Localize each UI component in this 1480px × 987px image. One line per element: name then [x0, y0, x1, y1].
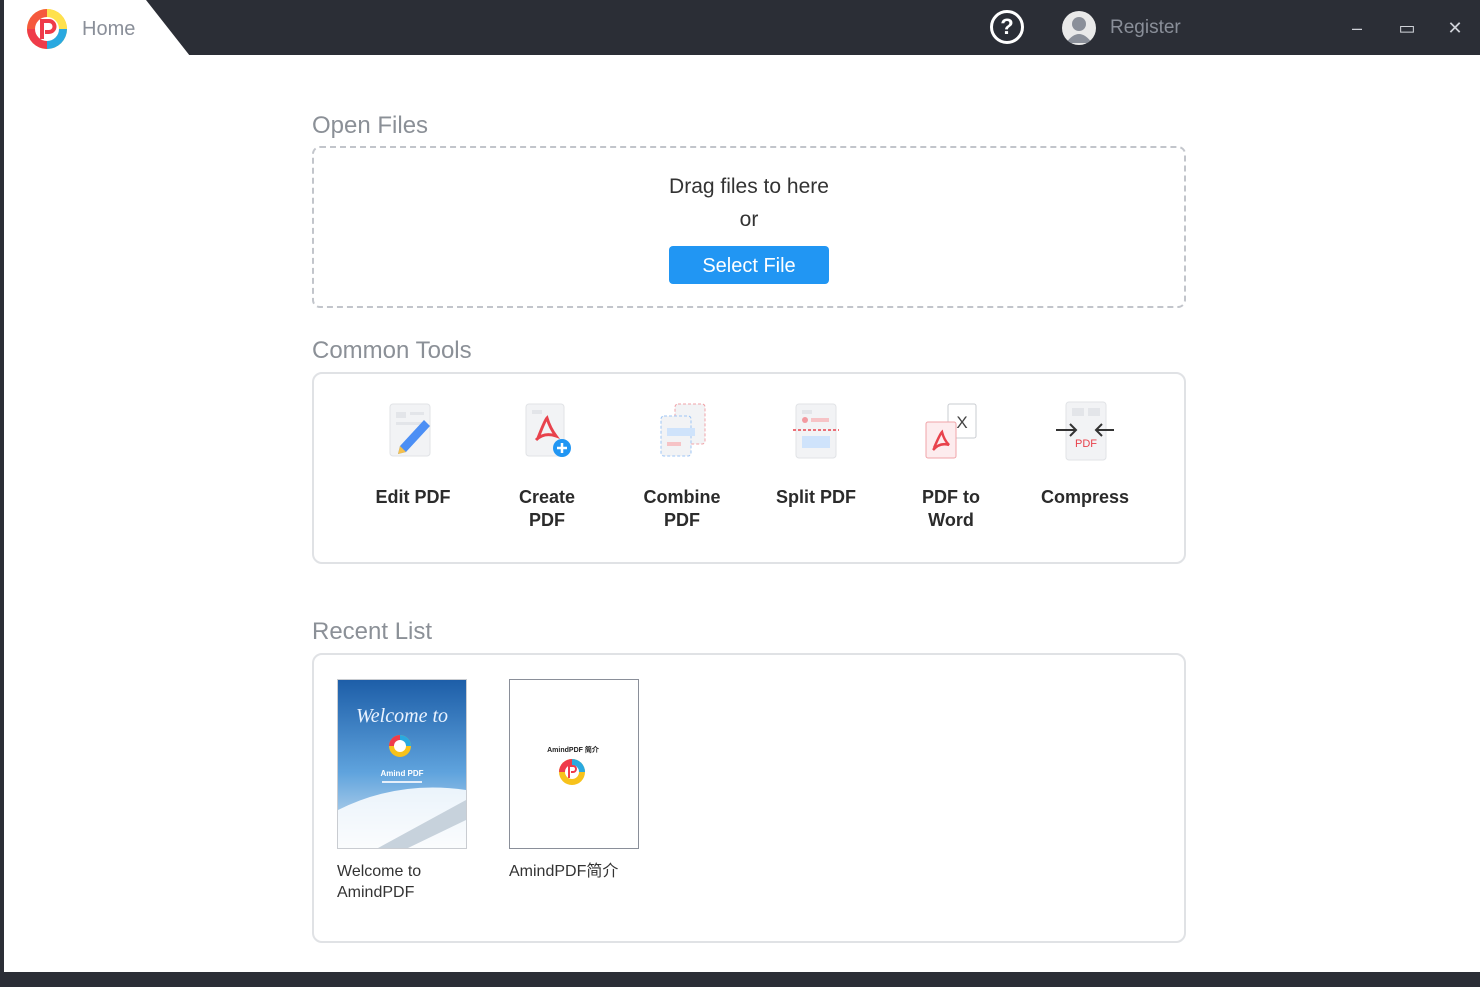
window-bottom-border	[0, 972, 1480, 987]
compress-icon: PDF	[1056, 401, 1114, 461]
thumbnail-title: AmindPDF 简介	[547, 745, 600, 754]
tool-label: Split PDF	[776, 487, 856, 507]
recent-file-item[interactable]: AmindPDF 简介 AmindPDF简介	[509, 679, 649, 882]
tool-label: Combine PDF	[643, 487, 721, 530]
recent-file-name: AmindPDF简介	[509, 863, 619, 880]
svg-text:PDF: PDF	[1075, 438, 1097, 450]
minimize-button[interactable]: –	[1342, 14, 1372, 42]
common-tools-title: Common Tools	[312, 337, 472, 364]
title-bar: Home ? Register – ▭ ✕	[4, 0, 1480, 56]
tool-label: Edit PDF	[375, 487, 451, 507]
tool-create-pdf[interactable]: Create PDF	[482, 398, 612, 532]
svg-text:X: X	[956, 413, 967, 432]
help-button[interactable]: ?	[990, 10, 1024, 44]
edit-pdf-icon	[389, 403, 431, 457]
create-pdf-icon	[525, 403, 571, 457]
user-avatar-icon[interactable]	[1062, 11, 1096, 45]
recent-file-name: Welcome to AmindPDF	[337, 863, 422, 901]
file-thumbnail: AmindPDF 简介	[509, 679, 639, 849]
combine-pdf-icon	[660, 403, 706, 457]
tool-pdf-to-word[interactable]: X PDF to Word	[886, 398, 1016, 532]
tool-label: PDF to Word	[922, 487, 980, 530]
thumbnail-title: Amind PDF	[380, 769, 423, 778]
recent-list-title: Recent List	[312, 618, 433, 645]
tool-label: Create PDF	[518, 487, 576, 530]
pdf-to-word-icon: X	[925, 403, 977, 459]
select-file-button[interactable]: Select File	[669, 246, 829, 284]
split-pdf-icon	[793, 403, 839, 459]
app-window: Home ? Register – ▭ ✕ Open Files Drag fi…	[4, 0, 1480, 972]
recent-file-item[interactable]: Welcome to Amind PDF Welcome to AmindPDF	[337, 679, 477, 903]
file-thumbnail: Welcome to Amind PDF	[337, 679, 467, 849]
tool-edit-pdf[interactable]: Edit PDF	[348, 398, 478, 509]
tool-split-pdf[interactable]: Split PDF	[751, 398, 881, 509]
file-drop-zone[interactable]: Drag files to here or Select File	[312, 146, 1186, 308]
tool-label: Compress	[1040, 487, 1130, 507]
close-button[interactable]: ✕	[1440, 14, 1470, 42]
thumbnail-script: Welcome to	[356, 705, 448, 727]
drag-hint: Drag files to here	[669, 175, 829, 198]
or-label: or	[739, 208, 759, 231]
tab-home[interactable]: Home	[4, 0, 190, 56]
tool-compress[interactable]: PDF Compress	[1020, 398, 1150, 509]
common-tools-panel: Edit PDF Create PDF Combine PDF Split PD…	[312, 372, 1186, 564]
maximize-button[interactable]: ▭	[1392, 14, 1422, 42]
tool-combine-pdf[interactable]: Combine PDF	[617, 398, 747, 532]
open-files-title: Open Files	[312, 112, 429, 139]
register-link[interactable]: Register	[1110, 17, 1181, 39]
tab-home-label: Home	[82, 18, 136, 40]
app-logo-icon	[27, 9, 67, 49]
recent-list-panel: Welcome to Amind PDF Welcome to AmindPDF…	[312, 653, 1186, 943]
